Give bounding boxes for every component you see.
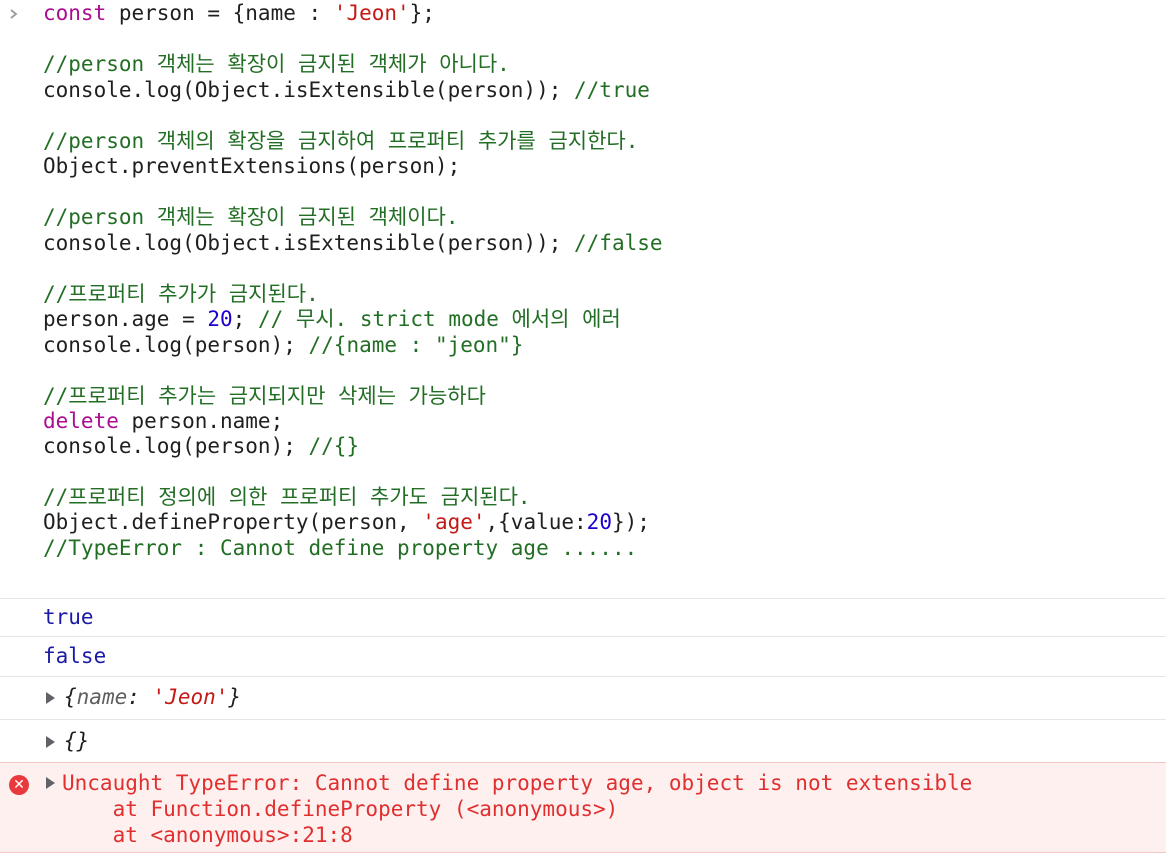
code-token: delete — [43, 409, 119, 433]
code-token: //{} — [308, 434, 360, 458]
code-line: //프로퍼티 정의에 의한 프로퍼티 추가도 금지된다. — [43, 484, 663, 509]
code-token: //{name : "jeon"} — [308, 333, 524, 357]
code-token: ; — [232, 307, 258, 331]
code-token: console.log(Object.isExtensible(person))… — [43, 231, 575, 255]
code-line: //프로퍼티 추가가 금지된다. — [43, 281, 663, 306]
code-token: //person 객체는 확장이 금지된 객체이다. — [43, 205, 459, 229]
code-token: //false — [574, 231, 663, 255]
code-line: console.log(Object.isExtensible(person))… — [43, 230, 663, 255]
error-message[interactable]: ✕ Uncaught TypeError: Cannot define prop… — [0, 762, 1166, 853]
code-token: //프로퍼티 정의에 의한 프로퍼티 추가도 금지된다. — [43, 485, 531, 509]
expand-triangle-icon[interactable] — [46, 692, 55, 704]
brace-close: } — [228, 685, 242, 709]
code-token: console.log(person); — [43, 434, 309, 458]
code-token: person.age = — [43, 307, 208, 331]
code-line: //TypeError : Cannot define property age… — [43, 535, 663, 560]
code-token: const — [43, 1, 107, 25]
code-token: // 무시. strict mode 에서의 에러 — [257, 307, 621, 331]
code-line: //person 객체는 확장이 금지된 객체이다. — [43, 204, 663, 230]
code-line: console.log(person); //{} — [43, 433, 663, 458]
object-preview[interactable]: {name: 'Jeon'} — [64, 685, 241, 709]
chevron-right-icon — [8, 4, 22, 24]
code-token: 20 — [207, 307, 233, 331]
output-value: false — [43, 644, 107, 668]
console-message[interactable]: {} — [0, 719, 1166, 762]
code-line: const person = {name : 'Jeon'}; — [43, 0, 663, 26]
brace-open: { — [64, 685, 77, 709]
code-line: person.age = 20; // 무시. strict mode 에서의 … — [43, 306, 663, 332]
code-token: person.name; — [118, 409, 284, 433]
code-token: //person 객체의 확장을 금지하여 프로퍼티 추가를 금지한다. — [43, 129, 639, 153]
expand-triangle-icon[interactable] — [46, 777, 55, 789]
stack-frame[interactable]: at <anonymous>:21:8 — [62, 822, 353, 848]
code-token: Object.preventExtensions(person); — [43, 154, 461, 178]
expand-triangle-icon[interactable] — [46, 736, 55, 748]
code-token: //TypeError : Cannot define property age… — [43, 536, 638, 560]
code-line: console.log(person); //{name : "jeon"} — [43, 332, 663, 357]
stack-frame[interactable]: at Function.defineProperty (<anonymous>) — [62, 796, 619, 822]
code-token: 20 — [586, 510, 612, 534]
code-line: delete person.name; — [43, 408, 663, 433]
code-line: Object.preventExtensions(person); — [43, 153, 663, 179]
code-line: //person 객체의 확장을 금지하여 프로퍼티 추가를 금지한다. — [43, 128, 663, 153]
object-colon: : — [127, 685, 153, 709]
error-title: Uncaught TypeError: Cannot define proper… — [62, 771, 973, 795]
code-token: }); — [611, 510, 650, 534]
code-line: console.log(Object.isExtensible(person))… — [43, 77, 663, 102]
code-line: //person 객체는 확장이 금지된 객체가 아니다. — [43, 51, 663, 77]
code-token: }; — [409, 1, 435, 25]
code-token: 'age' — [422, 510, 486, 534]
console-message[interactable]: {name: 'Jeon'} — [0, 676, 1166, 719]
code-token: console.log(Object.isExtensible(person))… — [43, 78, 575, 102]
code-token: Object.defineProperty(person, — [43, 510, 423, 534]
object-key: name — [76, 685, 128, 709]
devtools-console: const person = {name : 'Jeon'}; //person … — [0, 0, 1166, 858]
output-value: true — [43, 605, 94, 629]
code-token: //true — [574, 78, 650, 102]
code-line: Object.defineProperty(person, 'age',{val… — [43, 509, 663, 535]
code-token: //프로퍼티 추가는 금지되지만 삭제는 가능하다 — [43, 384, 486, 408]
code-token: //프로퍼티 추가가 금지된다. — [43, 282, 319, 306]
code-line: //프로퍼티 추가는 금지되지만 삭제는 가능하다 — [43, 383, 663, 408]
object-preview[interactable]: {} — [64, 729, 89, 753]
code-editor[interactable]: const person = {name : 'Jeon'}; //person … — [43, 0, 663, 560]
code-token: ,{value: — [485, 510, 587, 534]
code-token: person = {name : — [106, 1, 334, 25]
code-token: console.log(person); — [43, 333, 309, 357]
console-message: false — [0, 636, 1166, 676]
console-input-entry[interactable]: const person = {name : 'Jeon'}; //person … — [0, 0, 1166, 596]
object-value: 'Jeon' — [152, 685, 229, 709]
code-token: //person 객체는 확장이 금지된 객체가 아니다. — [43, 52, 510, 76]
error-x-icon: ✕ — [9, 775, 29, 795]
code-token: 'Jeon' — [333, 1, 410, 25]
console-message: true — [0, 598, 1166, 636]
